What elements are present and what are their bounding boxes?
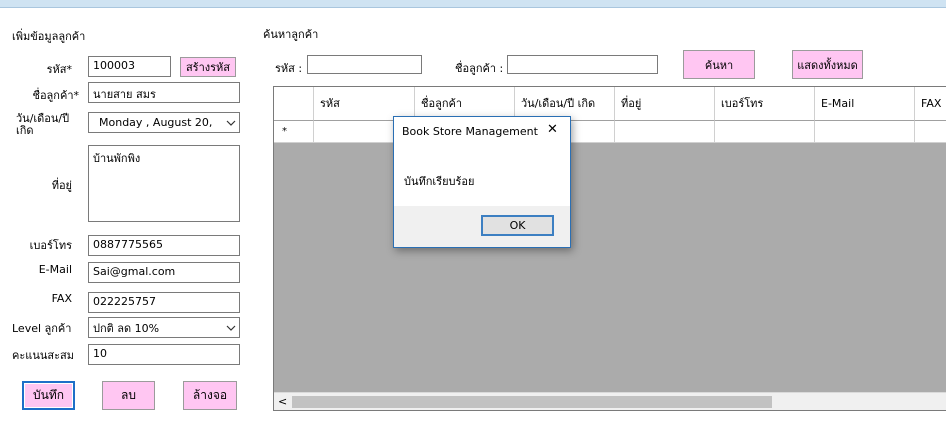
chevron-down-icon[interactable] <box>222 325 239 331</box>
email-label: E-Mail <box>38 263 72 276</box>
dialog-footer: OK <box>394 206 570 247</box>
search-name-label: ชื่อลูกค้า : <box>455 62 504 75</box>
ok-button[interactable]: OK <box>481 215 554 236</box>
name-label: ชื่อลูกค้า* <box>32 89 79 102</box>
window-top-bar <box>0 0 946 8</box>
address-label: ที่อยู่ <box>51 179 72 192</box>
column-header-email[interactable]: E-Mail <box>815 87 915 121</box>
column-header-address[interactable]: ที่อยู่ <box>615 87 715 121</box>
phone-label: เบอร์โทร <box>29 239 72 252</box>
form-title: เพิ่มข้อมูลลูกค้า <box>12 30 86 43</box>
column-header-phone[interactable]: เบอร์โทร <box>715 87 815 121</box>
level-select[interactable]: ปกติ ลด 10% <box>88 317 240 338</box>
chevron-left-icon[interactable]: < <box>278 395 287 408</box>
search-name-field[interactable] <box>507 55 658 74</box>
dialog-message: บันทึกเรียบร้อย <box>404 175 475 188</box>
customer-grid[interactable]: รหัส ชื่อลูกค้า วัน/เดือน/ปี เกิด ที่อยู… <box>273 86 946 411</box>
search-title: ค้นหาลูกค้า <box>263 28 319 41</box>
dob-label: วัน/เดือน/ปี เกิด <box>16 112 70 137</box>
clear-button[interactable]: ล้างจอ <box>183 381 237 410</box>
show-all-button[interactable]: แสดงทั้งหมด <box>792 50 863 79</box>
new-row-cell-email[interactable] <box>815 121 915 143</box>
search-button[interactable]: ค้นหา <box>683 50 755 79</box>
points-field[interactable]: 10 <box>88 344 240 365</box>
delete-button[interactable]: ลบ <box>102 381 155 410</box>
level-label: Level ลูกค้า <box>12 322 72 335</box>
generate-code-button[interactable]: สร้างรหัส <box>180 57 236 77</box>
close-icon[interactable]: ✕ <box>547 122 558 137</box>
column-header-fax[interactable]: FAX <box>915 87 946 121</box>
new-row-marker: * <box>274 121 314 143</box>
points-label: คะแนนสะสม <box>12 349 74 362</box>
grid-row-header-corner <box>274 87 314 121</box>
search-code-label: รหัส : <box>275 62 303 75</box>
dialog-title: Book Store Management <box>402 125 538 138</box>
phone-field[interactable]: 0887775565 <box>88 235 240 256</box>
dob-picker[interactable]: Monday , August 20, <box>88 112 240 133</box>
code-label: รหัส* <box>46 63 72 76</box>
new-row-cell-fax[interactable] <box>915 121 946 143</box>
message-dialog: Book Store Management ✕ บันทึกเรียบร้อย … <box>393 116 571 248</box>
new-row-cell-address[interactable] <box>615 121 715 143</box>
scrollbar-thumb[interactable] <box>292 396 772 408</box>
new-row-cell-phone[interactable] <box>715 121 815 143</box>
name-field[interactable]: นายสาย สมร <box>88 82 240 103</box>
fax-label: FAX <box>51 292 72 305</box>
search-code-field[interactable] <box>307 55 422 74</box>
dob-value: Monday , August 20, <box>99 116 213 129</box>
code-field[interactable]: 100003 <box>88 56 171 77</box>
fax-field[interactable]: 022225757 <box>88 292 240 313</box>
chevron-down-icon[interactable] <box>222 120 239 126</box>
save-button[interactable]: บันทึก <box>22 381 75 410</box>
address-field[interactable]: บ้านพักพิง <box>88 145 240 222</box>
level-value: ปกติ ลด 10% <box>93 321 160 335</box>
horizontal-scrollbar[interactable]: < <box>274 392 946 410</box>
email-field[interactable]: Sai@gmal.com <box>88 262 240 283</box>
